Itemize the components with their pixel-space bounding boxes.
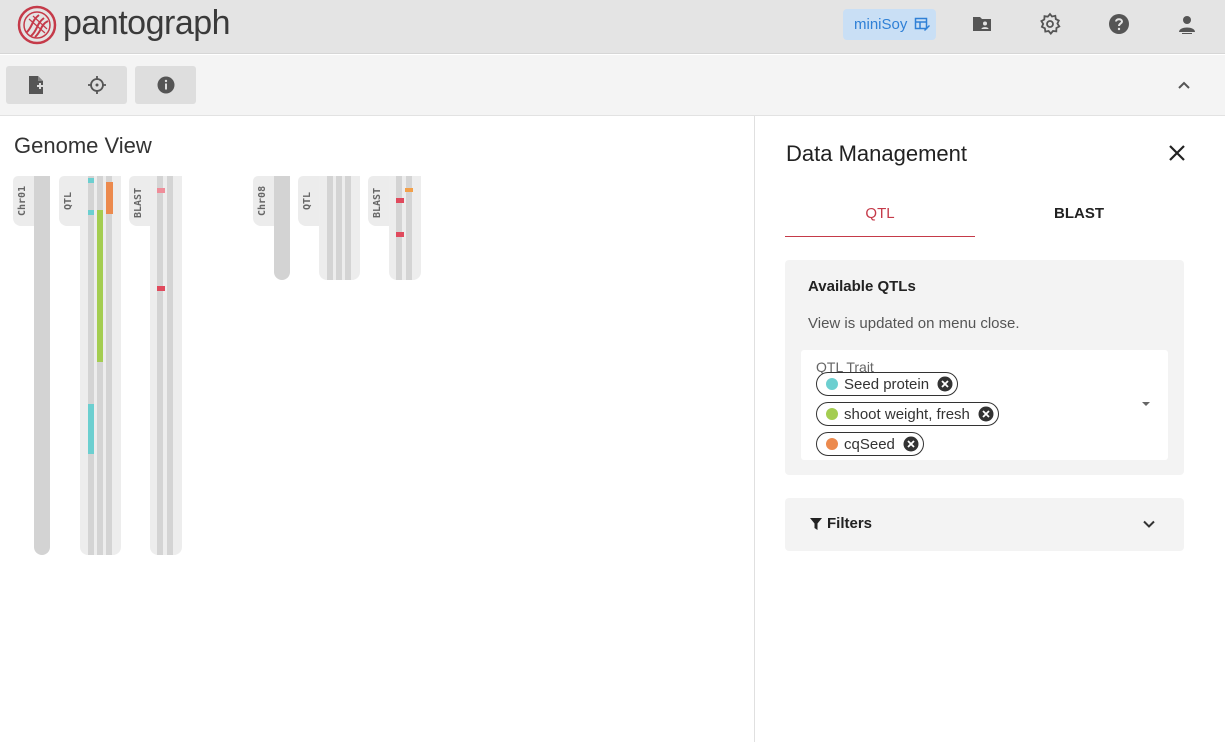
dataset-name: miniSoy (854, 16, 908, 33)
qtl-seed-protein-mark[interactable] (88, 426, 94, 454)
chip-label: Seed protein (844, 375, 930, 393)
collapse-toolbar-chevron-up-icon[interactable] (1173, 74, 1195, 96)
folder-account-icon[interactable] (970, 12, 994, 36)
blast-hit-mark[interactable] (405, 188, 413, 192)
blast-hit-mark[interactable] (396, 198, 404, 203)
chromosome-label: Chr08 (257, 185, 268, 216)
account-icon[interactable] (1175, 12, 1199, 36)
close-icon[interactable] (1165, 141, 1189, 165)
remove-chip-icon[interactable] (903, 436, 919, 452)
help-icon[interactable] (1107, 12, 1131, 36)
available-qtls-subtitle: View is updated on menu close. (808, 315, 1020, 332)
qtl-chip-cqseed[interactable]: cqSeed (816, 432, 924, 456)
brand-name: pantograph (63, 4, 231, 42)
cqseed-color-dot (826, 438, 838, 450)
tab-qtl[interactable]: QTL (785, 200, 975, 237)
chevron-down-icon[interactable] (1141, 516, 1157, 532)
blast-hit-mark[interactable] (396, 232, 404, 237)
chip-label: cqSeed (844, 435, 895, 453)
table-edit-icon (914, 17, 930, 31)
shoot-weight-color-dot (826, 408, 838, 420)
qtl-cqseed-mark[interactable] (106, 182, 113, 214)
available-qtls-title: Available QTLs (808, 278, 916, 295)
chromosome-body[interactable] (274, 176, 290, 280)
toolbar-group-main (6, 66, 127, 104)
toolbar-group-info (135, 66, 196, 104)
remove-chip-icon[interactable] (937, 376, 953, 392)
track-label: BLAST (133, 187, 144, 218)
info-icon[interactable] (156, 75, 176, 95)
blast-hit-mark[interactable] (157, 286, 165, 291)
seed-protein-color-dot (826, 378, 838, 390)
chromosome-body[interactable] (34, 176, 50, 555)
available-qtls-card: Available QTLs View is updated on menu c… (785, 260, 1184, 475)
genome-view: Genome View Chr01 QTL BLAST Chr08 QTL BL… (0, 116, 754, 742)
pantograph-logo-icon[interactable] (17, 5, 57, 45)
dropdown-arrow-icon[interactable] (1140, 400, 1152, 408)
app-bar: pantograph miniSoy (0, 0, 1225, 54)
qtl-shoot-weight-mark[interactable] (97, 210, 103, 362)
qtl-chip-shoot-weight[interactable]: shoot weight, fresh (816, 402, 999, 426)
filter-funnel-icon (810, 518, 822, 530)
toolbar (0, 55, 1225, 116)
qtl-trait-select[interactable]: QTL Trait Seed protein shoot weight, fre… (801, 350, 1168, 460)
remove-chip-icon[interactable] (978, 406, 994, 422)
data-management-panel: Data Management QTL BLAST Available QTLs… (755, 116, 1225, 742)
tab-blast[interactable]: BLAST (984, 200, 1174, 237)
track-label: QTL (302, 191, 313, 210)
dataset-selector[interactable]: miniSoy (843, 9, 936, 40)
chromosome-label: Chr01 (17, 185, 28, 216)
blast-hit-mark[interactable] (157, 188, 165, 193)
qtl-chip-seed-protein[interactable]: Seed protein (816, 372, 959, 396)
qtl-seed-protein-mark[interactable] (88, 404, 94, 426)
qtl-seed-protein-mark[interactable] (88, 178, 94, 183)
filters-expander[interactable]: Filters (785, 498, 1184, 551)
genome-view-title: Genome View (14, 133, 152, 158)
track-label: QTL (63, 191, 74, 210)
new-file-icon[interactable] (26, 75, 46, 95)
qtl-seed-protein-mark[interactable] (88, 210, 94, 215)
track-label: BLAST (372, 187, 383, 218)
crosshairs-icon[interactable] (87, 75, 107, 95)
chip-label: shoot weight, fresh (844, 405, 970, 423)
panel-title: Data Management (786, 141, 967, 166)
filters-label: Filters (827, 515, 873, 532)
settings-gear-icon[interactable] (1038, 12, 1062, 36)
